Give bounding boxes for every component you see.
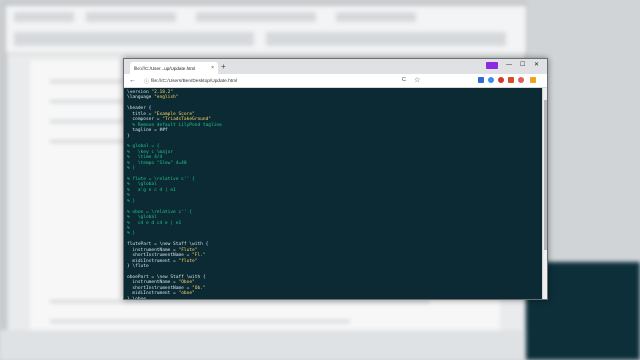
code-comment: % } [127, 166, 136, 172]
code-text: title = [127, 111, 155, 117]
code-text: midiInstrument = [127, 291, 179, 297]
code-text: } [127, 133, 130, 139]
scrollbar-thumb[interactable] [544, 100, 547, 250]
code-comment: % [127, 193, 130, 199]
code-string: "Flute" [178, 247, 198, 253]
code-string: "Example Score" [154, 111, 195, 117]
code-text: instrumentName = [127, 247, 179, 253]
tab-close-icon[interactable]: × [211, 65, 214, 71]
url-text: file:///C:/Users/Ben/Desktop/Update.html [151, 78, 238, 84]
code-line: } \oboe [127, 297, 539, 299]
code-comment: % \global [127, 182, 157, 188]
code-string: "flute" [178, 258, 198, 264]
code-comment: % Remove default LilyPond tagline [127, 122, 222, 128]
code-string: "oboe" [178, 291, 195, 297]
background-ribbon [6, 6, 526, 54]
code-comment: % global = { [127, 144, 160, 150]
code-text: instrumentName = [127, 280, 179, 286]
code-text: midiInstrument = [127, 258, 179, 264]
code-string: "Oboe" [178, 280, 195, 286]
lilypond-code-block: \version "2.18.2" \language "english" \hea… [127, 90, 539, 299]
code-comment: % a'g e c d | e1 [127, 187, 176, 193]
code-text: shortInstrumentName = [127, 285, 193, 291]
edge-extension-icon[interactable] [488, 77, 494, 83]
code-comment: % c4 e d c4 e | e1 [127, 220, 182, 226]
code-string: "TriadsTakeGround" [162, 117, 212, 123]
code-string: "english" [154, 95, 179, 101]
code-comment: % \time 4/4 [127, 155, 163, 161]
code-text: shortInstrumentName = [127, 253, 193, 259]
code-comment: % \tempo "Slow" 4=40 [127, 160, 187, 166]
extension-t-icon[interactable] [508, 77, 514, 83]
tab-strip: file:///C:/User...up/Update.html × + — ☐… [124, 59, 547, 74]
code-string: "Fl." [192, 253, 206, 259]
tab-title: file:///C:/User...up/Update.html [134, 65, 196, 71]
code-text: \header { [127, 106, 152, 112]
code-text: } \oboe [127, 297, 146, 299]
shield-icon[interactable] [478, 77, 484, 83]
address-bar[interactable]: ⓘ file:///C:/Users/Ben/Desktop/Update.ht… [144, 76, 394, 86]
vertical-scrollbar[interactable] [542, 88, 547, 299]
code-comment: % oboe = \relative c'' { [127, 209, 193, 215]
bookmark-star-icon[interactable]: ☆ [414, 76, 420, 85]
code-comment: % } [127, 231, 136, 237]
code-text: flutePart = \new Staff \with { [127, 242, 209, 248]
private-browsing-icon [486, 62, 498, 69]
minimize-button[interactable]: — [506, 61, 512, 69]
close-window-button[interactable]: ✕ [534, 61, 539, 69]
code-string: "Ob." [192, 285, 206, 291]
code-text: } \flute [127, 264, 149, 269]
new-tab-button[interactable]: + [221, 62, 226, 72]
maximize-button[interactable]: ☐ [520, 61, 525, 69]
menu-icon[interactable] [530, 77, 536, 83]
navigation-bar: ← ⓘ file:///C:/Users/Ben/Desktop/Update.… [124, 74, 547, 88]
page-content: \version "2.18.2" \language "english" \hea… [124, 88, 542, 299]
code-comment: % } [127, 198, 136, 204]
code-text: \language [127, 95, 155, 101]
reload-button[interactable]: C [402, 76, 406, 85]
back-button[interactable]: ← [129, 76, 136, 85]
code-comment: % \global [127, 215, 157, 221]
code-text: tagline = ##f [127, 128, 168, 134]
background-bottom-bar [0, 330, 526, 360]
opera-extension-icon[interactable] [498, 77, 504, 83]
lock-icon: ⓘ [144, 78, 150, 85]
browser-window: file:///C:/User...up/Update.html × + — ☐… [123, 58, 548, 300]
extension-pin-icon[interactable] [518, 77, 524, 83]
browser-tab[interactable]: file:///C:/User...up/Update.html × [130, 62, 218, 74]
code-text: composer = [127, 117, 163, 123]
